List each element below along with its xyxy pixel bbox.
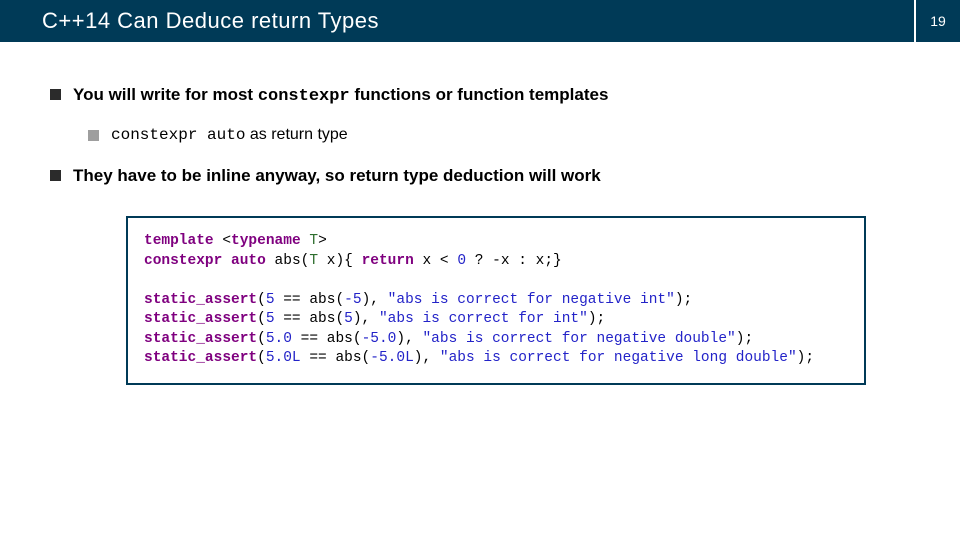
slide-title: C++14 Can Deduce return Types	[0, 8, 379, 34]
code-text: (	[257, 311, 266, 327]
code-text: == abs(	[275, 292, 345, 308]
code-string: "abs is correct for int"	[379, 311, 588, 327]
code-keyword: return	[362, 253, 414, 269]
bullet-square-icon	[50, 170, 61, 181]
code-text: x){	[318, 253, 362, 269]
code-keyword: static_assert	[144, 292, 257, 308]
code-keyword: auto	[231, 253, 266, 269]
bullet-2-text: They have to be inline anyway, so return…	[73, 166, 601, 186]
code-text: (	[257, 331, 266, 347]
code-type: T	[309, 253, 318, 269]
code-text: ),	[353, 311, 379, 327]
code-text	[222, 253, 231, 269]
slide: C++14 Can Deduce return Types 19 You wil…	[0, 0, 960, 540]
bullet-square-icon	[88, 130, 99, 141]
bullet-2: They have to be inline anyway, so return…	[50, 166, 910, 186]
page-number: 19	[930, 13, 946, 29]
code-text: >	[318, 233, 327, 249]
bullet-1: You will write for most constexpr functi…	[50, 85, 910, 106]
code-text: ? -x : x;}	[466, 253, 562, 269]
code-keyword: template	[144, 233, 214, 249]
code-number: 5	[266, 292, 275, 308]
code-fragment: constexpr	[258, 87, 350, 106]
code-text: (	[257, 292, 266, 308]
code-text: ),	[396, 331, 422, 347]
title-bar: C++14 Can Deduce return Types	[0, 0, 960, 42]
code-number: 5.0	[266, 331, 292, 347]
code-fragment: constexpr auto	[111, 126, 245, 144]
code-type: T	[309, 233, 318, 249]
code-keyword: constexpr	[144, 253, 222, 269]
code-number: 5.0L	[266, 350, 301, 366]
code-text: == abs(	[301, 350, 371, 366]
code-text: <	[214, 233, 231, 249]
text-fragment: as return type	[245, 126, 347, 143]
page-number-badge: 19	[914, 0, 960, 42]
code-text: );	[797, 350, 814, 366]
code-keyword: static_assert	[144, 311, 257, 327]
bullet-1-text: You will write for most constexpr functi…	[73, 85, 608, 106]
code-number: -5.0	[362, 331, 397, 347]
bullet-1-sub: constexpr auto as return type	[88, 126, 910, 144]
code-string: "abs is correct for negative long double…	[440, 350, 797, 366]
code-number: -5.0L	[370, 350, 414, 366]
code-text: );	[588, 311, 605, 327]
code-text: (	[257, 350, 266, 366]
bullet-square-icon	[50, 89, 61, 100]
code-string: "abs is correct for negative int"	[388, 292, 675, 308]
code-string: "abs is correct for negative double"	[422, 331, 735, 347]
code-text: ),	[414, 350, 440, 366]
code-number: -5	[344, 292, 361, 308]
code-text: == abs(	[275, 311, 345, 327]
code-number: 5	[266, 311, 275, 327]
text-fragment: functions or function templates	[350, 85, 609, 104]
code-number: 0	[457, 253, 466, 269]
code-text: );	[736, 331, 753, 347]
code-number: 5	[344, 311, 353, 327]
code-text: );	[675, 292, 692, 308]
code-keyword: static_assert	[144, 331, 257, 347]
code-text: abs(	[266, 253, 310, 269]
code-text: ),	[362, 292, 388, 308]
slide-content: You will write for most constexpr functi…	[50, 85, 910, 385]
code-block: template <typename T> constexpr auto abs…	[126, 216, 866, 385]
code-text: x <	[414, 253, 458, 269]
bullet-1-sub-text: constexpr auto as return type	[111, 126, 348, 144]
code-keyword: typename	[231, 233, 301, 249]
text-fragment: You will write for most	[73, 85, 258, 104]
code-keyword: static_assert	[144, 350, 257, 366]
code-text: == abs(	[292, 331, 362, 347]
